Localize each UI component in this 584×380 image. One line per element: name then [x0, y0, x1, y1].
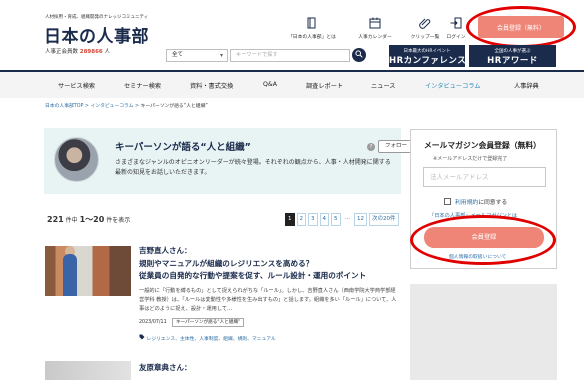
header-nav-label: 「日本の人事部」とは: [288, 35, 336, 40]
page-5[interactable]: 5: [331, 213, 341, 226]
terms-agree-row: 利用規約に同意する: [444, 197, 507, 206]
page-4[interactable]: 4: [319, 213, 329, 226]
global-nav: サービス検索 セミナー検索 資料・書式交換 Q&A 調査レポート ニュース イン…: [0, 70, 584, 98]
member-count-label: 人事正会員数: [45, 49, 79, 55]
gnav-item-seminar[interactable]: セミナー検索: [124, 81, 161, 90]
highlight-circle-register: [466, 6, 576, 48]
header-nav-calendar[interactable]: 人事カレンダー: [347, 16, 403, 40]
login-icon: [449, 16, 463, 30]
search-icon: [355, 50, 363, 60]
email-field[interactable]: 法人メールアドレス: [423, 167, 546, 187]
result-total: 221: [47, 215, 64, 224]
page-next[interactable]: 次の20件: [369, 213, 399, 226]
search-input[interactable]: キーワードで探す: [230, 49, 350, 62]
page-2[interactable]: 2: [296, 213, 306, 226]
site-header: 人材採用・育成、組織開発のナレッジコミュニティ 日本の人事部 人事正会員数 28…: [0, 0, 584, 70]
article-title-line1: 規則やマニュアルが組織のレジリエンスを高める？: [139, 259, 314, 268]
banner-big: HRカンファレンス: [389, 56, 467, 66]
member-count: 人事正会員数 289866 人: [45, 47, 110, 55]
breadcrumb: 日本の人事部TOP > インタビューコラム > キーパーソンが語る“人と組織”: [45, 102, 208, 109]
column-avatar: [54, 137, 99, 182]
page-1[interactable]: 1: [285, 213, 295, 226]
article-excerpt: 一般的に「行動を縛るもの」として捉えられがちな「ルール」。しかし、吉野直人さん（…: [139, 288, 397, 312]
gnav-item-qa[interactable]: Q&A: [263, 81, 277, 88]
article-person-name[interactable]: 友原章典さん：: [139, 362, 192, 373]
article-keywords: レジリエンス、主体性、人事制度、組織、規則、マニュアル: [139, 334, 276, 342]
header-nav-about[interactable]: 「日本の人事部」とは: [284, 16, 340, 40]
article-date: 2023/07/11: [139, 320, 167, 325]
column-title: キーパーソンが語る“人と組織”: [115, 142, 251, 153]
article-keyword-list[interactable]: レジリエンス、主体性、人事制度、組織、規則、マニュアル: [147, 337, 276, 342]
mailmag-title: メールマガジン会員登録（無料）: [424, 141, 541, 150]
member-count-unit: 人: [104, 49, 110, 55]
article-thumbnail[interactable]: [45, 361, 131, 380]
breadcrumb-home[interactable]: 日本の人事部TOP: [45, 104, 83, 109]
terms-checkbox[interactable]: [444, 198, 451, 205]
terms-link[interactable]: 利用規約: [455, 200, 478, 206]
column-header-card: キーパーソンが語る“人と組織” ? フォロー さまざまなジャンルのオピニオンリー…: [44, 128, 414, 194]
highlight-circle-mailmag: [410, 215, 556, 265]
article-title-line2: 従業員の自発的な行動や提案を促す、ルール設計・運用のポイント: [139, 271, 367, 280]
article-person-name[interactable]: 吉野直人さん：: [139, 245, 192, 256]
page-12[interactable]: 12: [354, 213, 367, 226]
gnav-item-service[interactable]: サービス検索: [58, 81, 95, 90]
terms-agree-text: に同意する: [478, 200, 508, 206]
member-count-value: 289866: [79, 49, 103, 55]
banner-hr-award[interactable]: 全国の人事が選ぶ HRアワード: [469, 45, 556, 67]
result-count: 221 件中 1〜20 件を表示: [47, 214, 130, 225]
result-suffix: 件中: [65, 217, 78, 224]
column-description: さまざまなジャンルのオピニオンリーダーが続々登場。それぞれの観点から、人事・人材…: [115, 159, 391, 176]
follow-button[interactable]: フォロー: [378, 140, 414, 153]
banner-big: HRアワード: [487, 56, 538, 66]
breadcrumb-interview[interactable]: インタビューコラム: [90, 104, 133, 109]
thumbnail-person: [63, 254, 77, 296]
gnav-item-dictionary[interactable]: 人事辞典: [514, 81, 539, 90]
page-3[interactable]: 3: [308, 213, 318, 226]
ad-placeholder: [410, 284, 557, 380]
result-range-suffix: 件を表示: [106, 217, 131, 224]
search-category-select[interactable]: 全て: [166, 49, 228, 62]
calendar-icon: [368, 16, 382, 30]
site-logo[interactable]: 日本の人事部: [44, 22, 149, 47]
search-button[interactable]: [352, 48, 366, 62]
paperclip-icon: [418, 16, 432, 30]
header-nav-label: 人事カレンダー: [358, 35, 392, 40]
help-icon[interactable]: ?: [367, 143, 375, 151]
header-nav-label: ログイン: [446, 35, 466, 40]
site-tagline: 人材採用・育成、組織開発のナレッジコミュニティ: [45, 15, 149, 20]
mailmag-subtitle: ※メールアドレスだけで登録完了: [433, 156, 508, 162]
page-ellipsis: …: [342, 213, 352, 226]
article-thumbnail[interactable]: [45, 246, 131, 296]
gnav-item-reports[interactable]: 調査レポート: [306, 81, 343, 90]
breadcrumb-current: キーパーソンが語る“人と組織”: [140, 104, 208, 109]
gnav-item-documents[interactable]: 資料・書式交換: [190, 81, 233, 90]
article-category-tag[interactable]: キーパーソンが語る“人と組織”: [172, 318, 245, 327]
gnav-item-interview[interactable]: インタビューコラム: [425, 81, 481, 90]
book-icon: [305, 16, 319, 30]
article-title[interactable]: 規則やマニュアルが組織のレジリエンスを高める？ 従業員の自発的な行動や提案を促す…: [139, 258, 366, 282]
tag-icon: [139, 334, 147, 342]
gnav-item-news[interactable]: ニュース: [371, 81, 395, 90]
result-range: 1〜20: [79, 215, 105, 224]
pagination: 1 2 3 4 5 … 12 次の20件: [285, 213, 399, 226]
banner-hr-conference[interactable]: 日本最大のHRイベント HRカンファレンス: [389, 45, 467, 67]
